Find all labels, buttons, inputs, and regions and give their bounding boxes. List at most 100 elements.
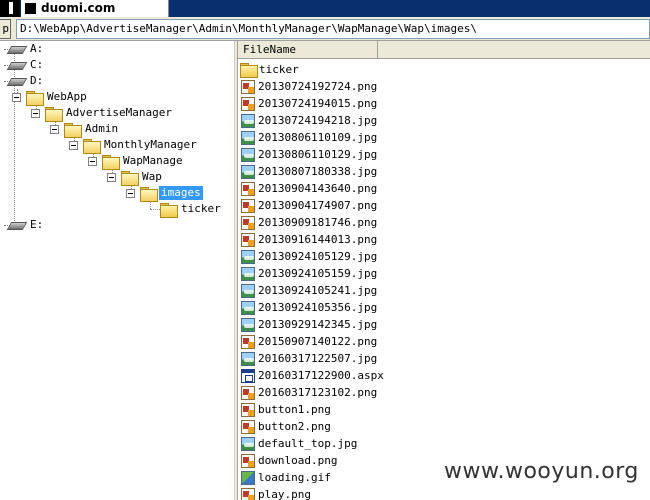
file-row[interactable]: 20130806110129.jpg	[238, 146, 377, 163]
file-name: 20130724194218.jpg	[258, 114, 378, 127]
jpg-file-icon	[241, 164, 255, 179]
file-row[interactable]: button1.png	[238, 401, 331, 418]
file-row[interactable]: 20130904143640.png	[238, 180, 377, 197]
file-name: 20130724192724.png	[258, 80, 378, 93]
folder-open-icon	[121, 170, 139, 186]
tree-connector	[150, 209, 160, 210]
file-row[interactable]: 20130724194218.jpg	[238, 112, 377, 129]
collapse-toggle[interactable]	[69, 141, 78, 150]
tree-label: E:	[30, 218, 44, 231]
collapse-toggle[interactable]	[31, 109, 40, 118]
folder-open-icon	[45, 106, 63, 122]
file-row[interactable]: ticker	[238, 61, 299, 78]
file-row[interactable]: 20160317122507.jpg	[238, 350, 377, 367]
tree-folder-wap[interactable]: Wap	[121, 169, 164, 186]
tree-label: AdvertiseManager	[66, 106, 172, 119]
folder-icon	[240, 63, 258, 78]
collapse-toggle[interactable]	[50, 125, 59, 134]
path-input[interactable]: D:\WebApp\AdvertiseManager\Admin\Monthly…	[16, 19, 650, 39]
tree-label: Wap	[142, 170, 162, 183]
column-header-filename[interactable]: FileName	[238, 41, 378, 59]
drive-icon	[8, 76, 24, 86]
tree-connector	[150, 201, 151, 209]
tree-folder-images[interactable]: images	[140, 185, 203, 202]
file-row[interactable]: 20130724192724.png	[238, 78, 377, 95]
folder-open-icon	[64, 122, 82, 138]
watermark: www.wooyun.org	[444, 459, 639, 484]
tree-drive-a[interactable]: A:	[8, 41, 45, 57]
collapse-toggle[interactable]	[107, 173, 116, 182]
tree-label: MonthlyManager	[104, 138, 197, 151]
directory-tree[interactable]: A: C: D: WebApp AdvertiseManager Admin M…	[0, 41, 234, 500]
tree-drive-d[interactable]: D:	[8, 73, 45, 89]
file-name: 20130904174907.png	[258, 199, 378, 212]
jpg-file-icon	[241, 266, 255, 281]
folder-open-icon	[102, 154, 120, 170]
tree-label: ticker	[181, 202, 221, 215]
tree-folder-wapmanage[interactable]: WapManage	[102, 153, 185, 170]
file-name: play.png	[258, 488, 311, 500]
window-menu-button[interactable]	[0, 0, 20, 17]
file-name: 20130904143640.png	[258, 182, 378, 195]
tree-folder-ticker[interactable]: ticker	[160, 201, 223, 218]
file-row[interactable]: 20130807180338.jpg	[238, 163, 377, 180]
file-row[interactable]: default_top.jpg	[238, 435, 357, 452]
png-file-icon	[241, 487, 255, 500]
tree-folder-advertisemanager[interactable]: AdvertiseManager	[45, 105, 174, 122]
file-row[interactable]: loading.gif	[238, 469, 331, 486]
tree-label: WapManage	[123, 154, 183, 167]
file-name: 20130916144013.png	[258, 233, 378, 246]
file-row[interactable]: 20160317122900.aspx	[238, 367, 384, 384]
png-file-icon	[241, 215, 255, 230]
tree-label-selected: images	[159, 186, 203, 200]
title-bar: duomi.com	[0, 0, 650, 17]
aspx-file-icon	[241, 368, 255, 383]
collapse-toggle[interactable]	[126, 189, 135, 198]
tree-label: WebApp	[47, 90, 87, 103]
tab-duomi[interactable]: duomi.com	[21, 0, 169, 17]
file-name: 20130929142345.jpg	[258, 318, 378, 331]
collapse-toggle[interactable]	[88, 157, 97, 166]
file-row[interactable]: 20130929142345.jpg	[238, 316, 377, 333]
drive-icon	[8, 44, 24, 54]
tree-drive-c[interactable]: C:	[8, 57, 45, 73]
file-row[interactable]: 20130916144013.png	[238, 231, 377, 248]
png-file-icon	[241, 96, 255, 111]
png-file-icon	[241, 402, 255, 417]
jpg-file-icon	[241, 283, 255, 298]
list-header: FileName	[238, 41, 650, 59]
go-button[interactable]: p	[0, 19, 11, 39]
tree-folder-admin[interactable]: Admin	[64, 121, 120, 138]
file-name: 20130924105159.jpg	[258, 267, 378, 280]
file-row[interactable]: 20130724194015.png	[238, 95, 377, 112]
file-row[interactable]: 20130904174907.png	[238, 197, 377, 214]
file-row[interactable]: 20130909181746.png	[238, 214, 377, 231]
address-bar: p D:\WebApp\AdvertiseManager\Admin\Month…	[0, 17, 650, 41]
file-list[interactable]: FileName ticker 20130724192724.png 2013072…	[238, 41, 650, 500]
file-name: 20130807180338.jpg	[258, 165, 378, 178]
tree-label: Admin	[85, 122, 119, 135]
file-name: 20130724194015.png	[258, 97, 378, 110]
tree-label: A:	[30, 42, 44, 55]
file-row[interactable]: button2.png	[238, 418, 331, 435]
file-row[interactable]: 20150907140122.png	[238, 333, 377, 350]
file-row[interactable]: 20130924105129.jpg	[238, 248, 377, 265]
tree-label: D:	[30, 74, 44, 87]
png-file-icon	[241, 79, 255, 94]
file-row[interactable]: 20130924105356.jpg	[238, 299, 377, 316]
file-name: 20160317122507.jpg	[258, 352, 378, 365]
tab-title: duomi.com	[41, 1, 116, 15]
file-row[interactable]: 20130806110109.jpg	[238, 129, 377, 146]
tree-drive-e[interactable]: E:	[8, 217, 45, 233]
png-file-icon	[241, 232, 255, 247]
file-row[interactable]: 20130924105159.jpg	[238, 265, 377, 282]
file-row[interactable]: download.png	[238, 452, 337, 469]
gif-file-icon	[241, 470, 255, 485]
jpg-file-icon	[241, 147, 255, 162]
file-row[interactable]: 20160317123102.png	[238, 384, 377, 401]
tree-folder-monthlymanager[interactable]: MonthlyManager	[83, 137, 199, 154]
file-row[interactable]: 20130924105241.jpg	[238, 282, 377, 299]
collapse-toggle[interactable]	[12, 93, 21, 102]
tree-folder-webapp[interactable]: WebApp	[26, 89, 89, 106]
file-row[interactable]: play.png	[238, 486, 311, 500]
